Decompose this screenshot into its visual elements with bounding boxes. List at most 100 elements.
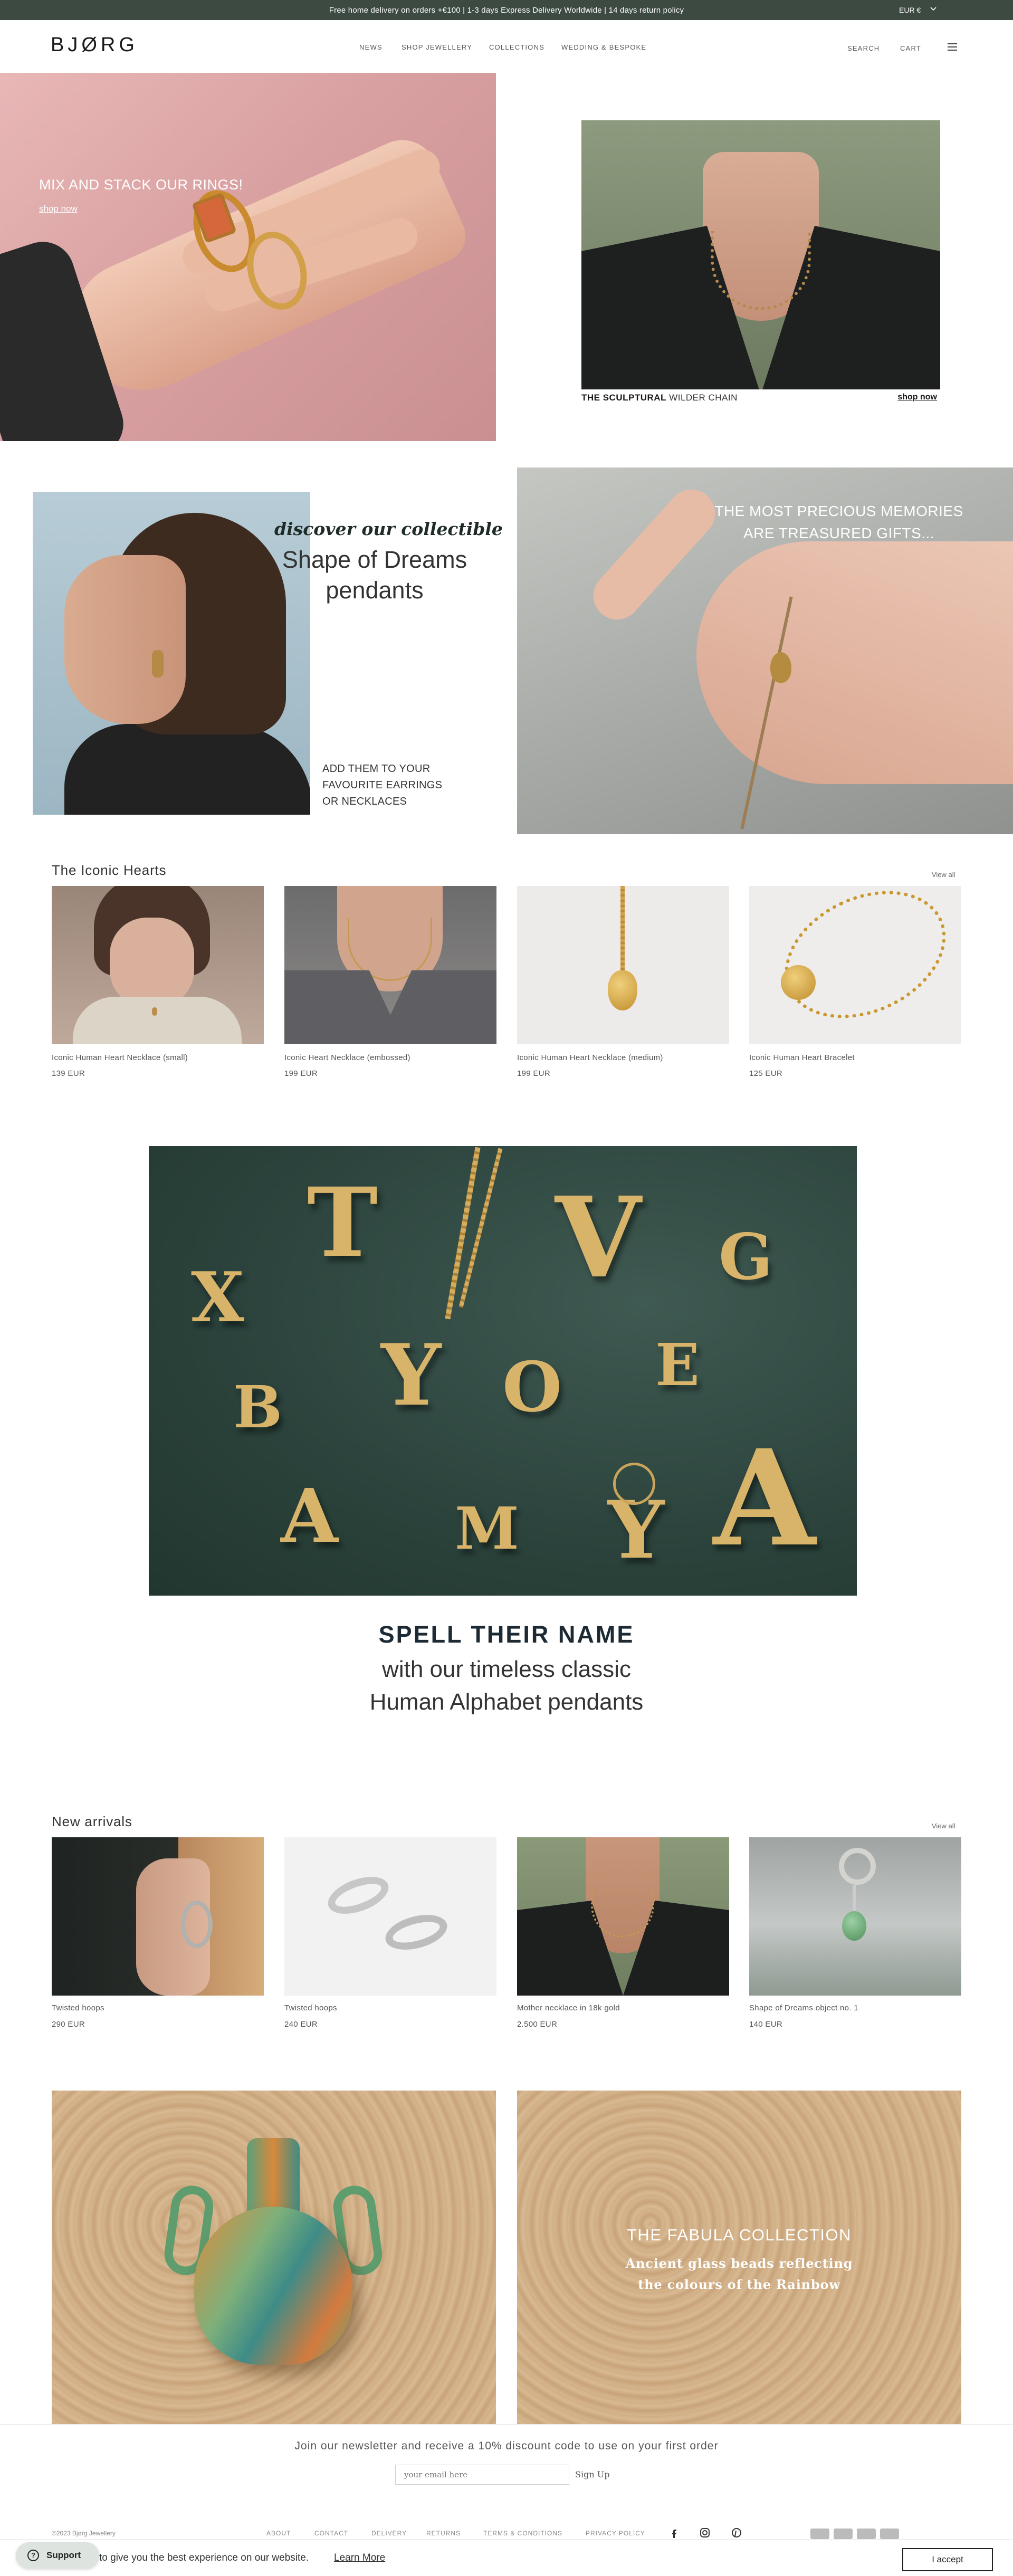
new-arrivals-view-all-link[interactable]: View all (932, 1822, 955, 1830)
cookie-learn-more-link[interactable]: Learn More (334, 2552, 385, 2564)
support-button[interactable]: ? Support (16, 2542, 99, 2569)
fabula-subtitle: Ancient glass beads reflecting the colou… (517, 2253, 961, 2295)
product-image[interactable] (749, 886, 961, 1044)
product-image[interactable] (517, 1837, 729, 1996)
nav-collections[interactable]: COLLECTIONS (489, 43, 544, 51)
footer-link-contact[interactable]: CONTACT (314, 2530, 348, 2537)
hamburger-menu-icon[interactable] (948, 43, 957, 51)
nav-wedding-bespoke[interactable]: WEDDING & BESPOKE (561, 43, 646, 51)
product-name[interactable]: Iconic Human Heart Necklace (medium) (517, 1053, 663, 1062)
hoop-shape (381, 1909, 451, 1956)
product-name[interactable]: Twisted hoops (284, 2003, 337, 2012)
product-image[interactable] (517, 886, 729, 1044)
product-price: 240 EUR (284, 2020, 318, 2029)
fabula-collection-image[interactable]: THE FABULA COLLECTION Ancient glass bead… (517, 2091, 961, 2424)
cart-link[interactable]: CART (900, 44, 921, 52)
pendant-shape (152, 1007, 157, 1016)
alphabet-line-1: with our timeless classic (382, 1656, 631, 1682)
letter-o-pendant: O (502, 1347, 562, 1427)
nav-news[interactable]: NEWS (359, 43, 383, 51)
product-image[interactable] (284, 886, 496, 1044)
currency-selector[interactable]: EUR € (899, 6, 921, 14)
product-name[interactable]: Twisted hoops (52, 2003, 104, 2012)
rings-hero-image[interactable]: MIX AND STACK OUR RINGS! shop now (0, 73, 496, 441)
pinterest-icon[interactable] (731, 2527, 742, 2538)
support-label: Support (46, 2550, 81, 2560)
footer-link-privacy[interactable]: PRIVACY POLICY (586, 2530, 645, 2537)
product-price: 125 EUR (749, 1069, 782, 1078)
chain-shape (620, 886, 625, 970)
wilder-chain-shop-link[interactable]: shop now (897, 393, 937, 402)
payment-card-icon (857, 2529, 876, 2539)
divider (0, 2424, 1013, 2425)
product-name[interactable]: Mother necklace in 18k gold (517, 2003, 620, 2012)
human-alphabet-image[interactable]: T V G X Y O E B A A M Y (149, 1146, 857, 1596)
cookie-accept-button[interactable]: I accept (902, 2548, 993, 2571)
glass-vase-image[interactable] (52, 2091, 496, 2424)
iconic-view-all-link[interactable]: View all (932, 871, 955, 879)
payment-card-icon (810, 2529, 829, 2539)
letter-a-pendant: A (281, 1473, 338, 1560)
copyright: ©2023 Bjørg Jewellery (52, 2530, 116, 2537)
new-arrivals-title: New arrivals (52, 1814, 132, 1829)
letter-e-pendant: E (655, 1331, 700, 1399)
bracelet-chain-shape (764, 886, 961, 1043)
pendant-shape (770, 652, 791, 683)
fabula-sub-line-1: Ancient glass beads reflecting (625, 2256, 853, 2271)
fabula-title: THE FABULA COLLECTION (627, 2226, 852, 2244)
sod-line-1: Shape of Dreams (282, 546, 467, 573)
caption-bold: THE SCULPTURAL (581, 393, 666, 403)
hoop-shape (839, 1848, 876, 1885)
product-price: 290 EUR (52, 2020, 85, 2029)
hoop-shape (613, 1463, 655, 1505)
announcement-text: Free home delivery on orders +€100 | 1-3… (329, 6, 684, 15)
product-name[interactable]: Iconic Heart Necklace (embossed) (284, 1053, 410, 1062)
instagram-icon[interactable] (700, 2527, 710, 2538)
earring-shape (152, 650, 164, 678)
hoop-shape (323, 1869, 394, 1921)
search-link[interactable]: SEARCH (847, 44, 880, 52)
precious-memories-image[interactable]: THE MOST PRECIOUS MEMORIES ARE TREASURED… (517, 468, 1013, 834)
letter-x-pendant: X (191, 1257, 244, 1338)
wilder-chain-image[interactable] (581, 120, 940, 389)
product-price: 139 EUR (52, 1069, 85, 1078)
product-image[interactable] (749, 1837, 961, 1996)
heart-charm-shape (781, 965, 816, 1000)
newsletter-signup-button[interactable]: Sign Up (575, 2469, 609, 2479)
footer-link-about[interactable]: ABOUT (266, 2530, 291, 2537)
hero-left-shop-link[interactable]: shop now (39, 204, 78, 214)
footer-link-terms[interactable]: TERMS & CONDITIONS (483, 2530, 562, 2537)
footer-link-delivery[interactable]: DELIVERY (371, 2530, 407, 2537)
payment-card-icon (880, 2529, 899, 2539)
shape-of-dreams-heading[interactable]: Shape of Dreams pendants (264, 545, 485, 606)
add-them-text: ADD THEM TO YOUR FAVOURITE EARRINGS OR N… (322, 761, 442, 810)
spell-their-name-heading: SPELL THEIR NAME (378, 1621, 635, 1648)
facebook-icon[interactable] (669, 2527, 680, 2538)
cookie-banner: to give you the best experience on our w… (0, 2539, 1013, 2576)
product-name[interactable]: Iconic Human Heart Bracelet (749, 1053, 855, 1062)
add-line-2: FAVOURITE EARRINGS (322, 779, 443, 791)
product-image[interactable] (52, 886, 264, 1044)
site-header: BJØRG NEWS SHOP JEWELLERY COLLECTIONS WE… (0, 20, 1013, 73)
nav-shop-jewellery[interactable]: SHOP JEWELLERY (402, 43, 472, 51)
letter-b-pendant: B (233, 1373, 282, 1441)
letter-v-pendant: V (555, 1172, 641, 1303)
help-icon: ? (27, 2550, 39, 2561)
letter-g-pendant: G (719, 1220, 773, 1294)
hoop-earring-shape (181, 1901, 213, 1948)
payment-card-icon (834, 2529, 853, 2539)
add-line-1: ADD THEM TO YOUR (322, 763, 431, 775)
product-price: 140 EUR (749, 2020, 782, 2029)
product-image[interactable] (52, 1837, 264, 1996)
heart-pendant-shape (608, 970, 637, 1010)
footer-link-returns[interactable]: RETURNS (426, 2530, 461, 2537)
newsletter-email-input[interactable] (395, 2465, 569, 2485)
product-image[interactable] (284, 1837, 496, 1996)
chevron-down-icon[interactable] (930, 5, 937, 12)
product-name[interactable]: Shape of Dreams object no. 1 (749, 2003, 858, 2012)
product-name[interactable]: Iconic Human Heart Necklace (small) (52, 1053, 188, 1062)
earring-portrait-image[interactable] (33, 492, 310, 815)
alphabet-line-2[interactable]: Human Alphabet pendants (0, 1686, 1013, 1719)
announcement-bar: Free home delivery on orders +€100 | 1-3… (0, 0, 1013, 20)
site-logo[interactable]: BJØRG (51, 34, 138, 56)
